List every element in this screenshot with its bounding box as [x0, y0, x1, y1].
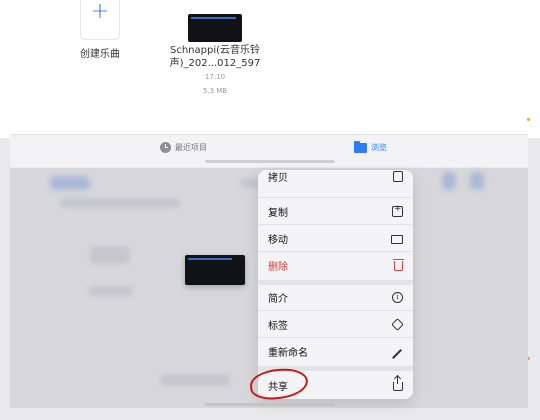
thumbnail-progress-bar — [188, 258, 232, 260]
blurred-tile — [90, 246, 130, 264]
blurred-text — [60, 198, 180, 208]
menu-item-move[interactable]: 移动 — [258, 224, 413, 251]
file-time: 17:10 — [204, 73, 226, 81]
menu-item-label: 拷贝 — [268, 173, 288, 184]
menu-item-rename[interactable]: 重新命名 — [258, 337, 413, 364]
home-indicator — [205, 160, 335, 163]
clock-icon — [160, 142, 171, 153]
copy-to-icon — [393, 171, 403, 182]
file-name[interactable]: Schnappi(云音乐铃 声)_202...012_597 — [160, 44, 270, 70]
blurred-icon — [442, 172, 456, 190]
menu-item-tags[interactable]: 标签 — [258, 310, 413, 337]
file-name-line2: 声)_202...012_597 — [169, 58, 261, 69]
menu-item-label: 删除 — [268, 261, 288, 273]
menu-item-label: 复制 — [268, 207, 288, 219]
folder-icon — [391, 234, 403, 244]
context-menu: 拷贝 复制 移动 删除 简介 i 标签 重新命名 共享 — [258, 170, 413, 399]
menu-item-label: 移动 — [268, 234, 288, 246]
menu-item-copy-to[interactable]: 拷贝 — [258, 170, 413, 197]
menu-item-duplicate[interactable]: 复制 — [258, 197, 413, 224]
tag-icon — [391, 317, 404, 331]
pencil-icon — [392, 348, 402, 359]
create-song-tile[interactable]: + — [80, 0, 120, 40]
info-icon: i — [392, 292, 403, 303]
blurred-tab — [160, 374, 230, 386]
blurred-label — [88, 286, 133, 296]
folder-icon — [354, 140, 367, 153]
menu-item-delete[interactable]: 删除 — [258, 251, 413, 278]
tab-recent-label: 最近项目 — [175, 143, 207, 152]
create-song-label: 创建乐曲 — [80, 49, 120, 60]
file-thumbnail[interactable] — [188, 14, 242, 42]
tab-browse[interactable]: 浏览 — [354, 140, 387, 153]
plus-icon: + — [90, 0, 110, 24]
menu-item-label: 重新命名 — [268, 347, 308, 359]
share-icon — [393, 376, 403, 391]
blurred-icon — [470, 172, 484, 190]
status-dot — [527, 118, 530, 121]
lifted-file-thumbnail — [185, 255, 245, 285]
menu-item-label: 标签 — [268, 320, 288, 332]
thumbnail-progress-bar — [191, 17, 236, 19]
file-name-line1: Schnappi(云音乐铃 — [169, 45, 261, 56]
files-browser-panel: + 创建乐曲 Schnappi(云音乐铃 声)_202...012_597 17… — [0, 0, 540, 138]
menu-item-label: 简介 — [268, 294, 288, 305]
menu-item-info[interactable]: 简介 i — [258, 280, 413, 310]
blurred-button — [50, 176, 90, 190]
tab-recent[interactable]: 最近项目 — [160, 142, 207, 153]
file-size: 5.3 MB — [202, 87, 228, 95]
home-indicator — [205, 403, 335, 406]
tab-browse-label: 浏览 — [371, 143, 387, 152]
duplicate-icon — [392, 204, 403, 217]
trash-icon — [393, 259, 404, 271]
